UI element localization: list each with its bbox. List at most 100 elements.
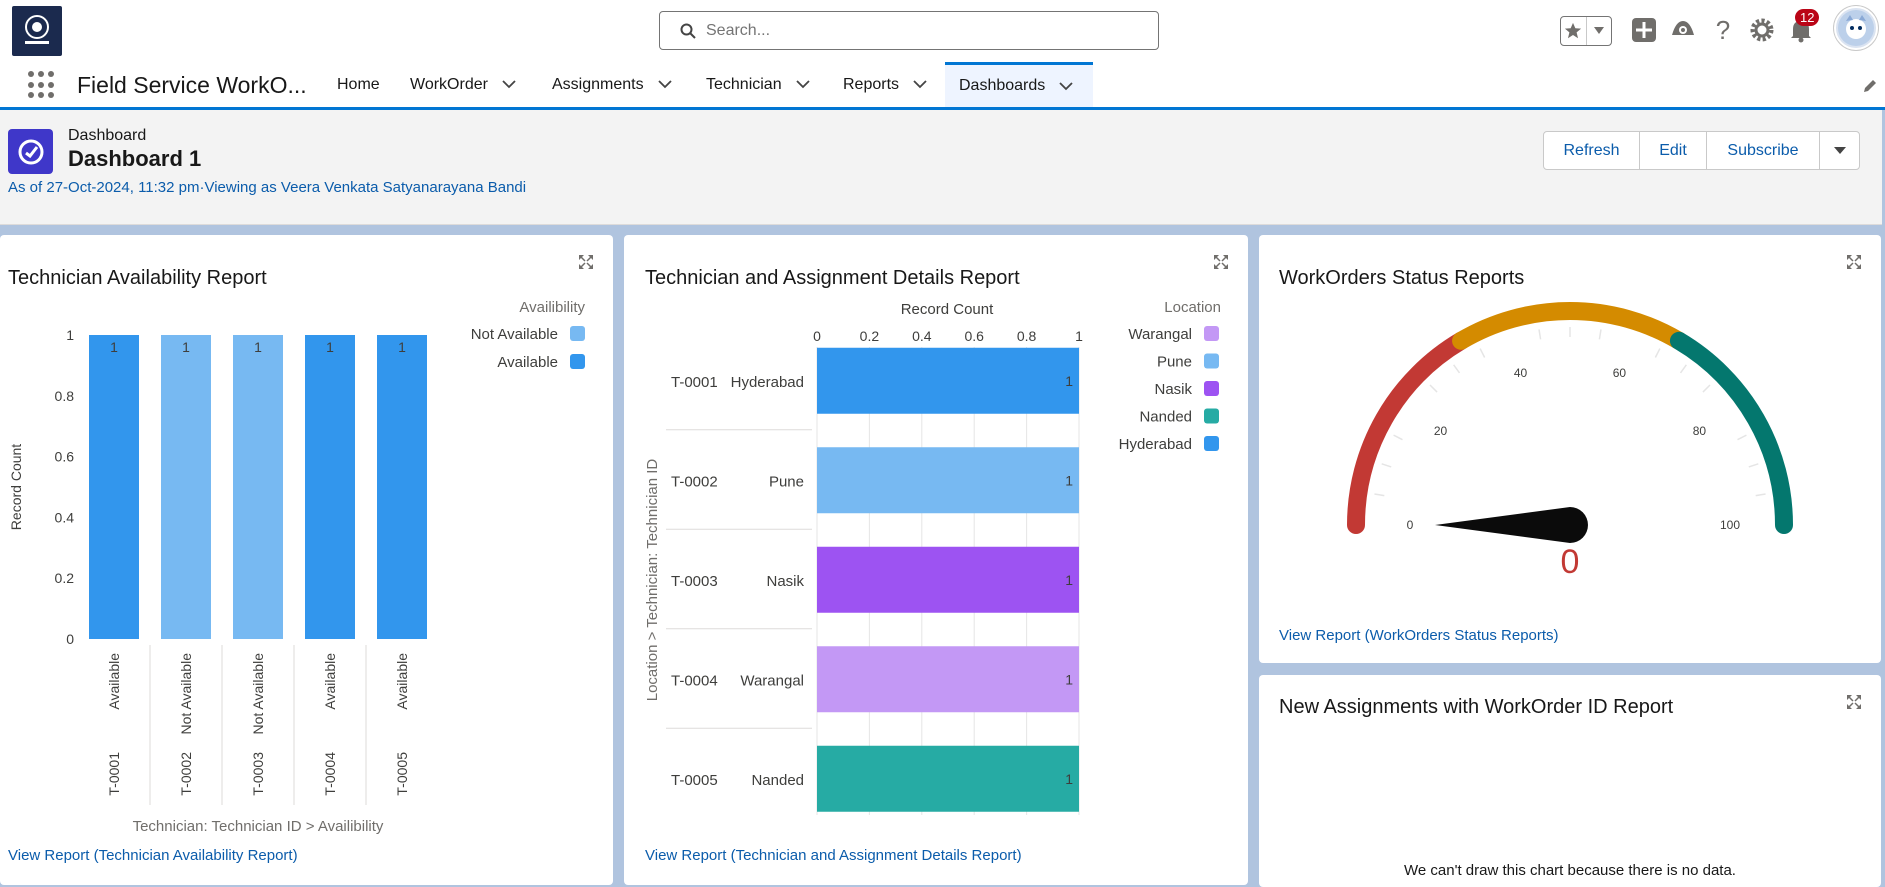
- y-location-label: Nanded: [751, 772, 804, 789]
- refresh-button[interactable]: Refresh: [1544, 132, 1640, 169]
- chart-bar: [89, 335, 139, 639]
- view-report-link[interactable]: View Report (Technician Availability Rep…: [8, 847, 298, 864]
- nav-item-assignments[interactable]: Assignments: [538, 62, 686, 107]
- x-axis-title: Technician: Technician ID > Availibility: [133, 818, 384, 835]
- nav-item-reports[interactable]: Reports: [829, 62, 941, 107]
- assignment-bar-chart: Record Count 0 0.2 0.4 0.6 0.8 1 1 T-0001 Hyderab…: [644, 299, 1221, 815]
- nav-item-technician[interactable]: Technician: [692, 62, 824, 107]
- nav-item-label: WorkOrder: [410, 75, 488, 93]
- no-data-message: We can't draw this chart because there i…: [1404, 862, 1736, 879]
- bar-value-label: 1: [1065, 771, 1073, 787]
- x-group-label: T-0005: [394, 752, 410, 796]
- nav-item-label: Technician: [706, 75, 782, 93]
- y-axis-title: Location > Technician: Technician ID: [644, 459, 661, 702]
- app-launcher-icon[interactable]: [28, 71, 56, 99]
- page-header: Dashboard Dashboard 1 As of 27-Oct-2024,…: [0, 110, 1882, 225]
- x-tick-label: 0.2: [860, 328, 880, 344]
- y-axis-title: Record Count: [8, 444, 24, 530]
- org-logo[interactable]: [12, 6, 62, 56]
- app-name: Field Service WorkO...: [77, 72, 307, 98]
- x-tick-label: 1: [1075, 328, 1083, 344]
- x-group-label: T-0003: [250, 752, 266, 796]
- view-report-link[interactable]: View Report (WorkOrders Status Reports): [1279, 627, 1559, 644]
- gauge-minor-tick: [1429, 384, 1438, 393]
- y-location-label: Pune: [769, 473, 804, 490]
- trailhead-icon[interactable]: [1668, 15, 1698, 45]
- legend-swatch: [570, 354, 585, 369]
- legend-label: Nasik: [1154, 381, 1192, 398]
- page-object-type: Dashboard: [68, 127, 147, 144]
- user-avatar[interactable]: [1834, 6, 1878, 50]
- legend-swatch: [570, 326, 585, 341]
- gauge-needle: [1435, 507, 1588, 543]
- y-tick-label: 0.4: [55, 509, 75, 525]
- legend-swatch: [1204, 326, 1219, 341]
- dashboard-icon: [8, 129, 53, 174]
- gauge-tick-label: 40: [1514, 366, 1528, 380]
- nav-item-label: Dashboards: [959, 77, 1046, 94]
- chevron-down-icon[interactable]: [795, 80, 810, 89]
- legend-label: Warangal: [1128, 326, 1192, 343]
- gauge-tick-label: 80: [1693, 424, 1707, 438]
- y-tick-label: 0.2: [55, 570, 75, 586]
- chevron-down-icon[interactable]: [913, 80, 927, 89]
- svg-text:?: ?: [1716, 17, 1730, 43]
- chart-bar: [817, 546, 1079, 613]
- y-tick-label: 0.6: [55, 449, 75, 465]
- x-group-label: T-0001: [106, 752, 122, 796]
- x-sub-label: Not Available: [178, 653, 194, 735]
- global-actions-icon[interactable]: [1629, 15, 1659, 45]
- y-tick-label: 0.8: [55, 388, 75, 404]
- nav-item-workorder[interactable]: WorkOrder: [396, 62, 530, 107]
- bar-value-label: 1: [326, 339, 334, 355]
- chevron-down-icon[interactable]: [1059, 81, 1073, 91]
- legend-label: Available: [497, 354, 558, 371]
- y-tick-label: 1: [66, 327, 74, 343]
- chevron-down-icon[interactable]: [502, 80, 516, 89]
- chevron-down-icon[interactable]: [657, 80, 672, 89]
- x-sub-label: Available: [106, 653, 122, 710]
- nav-item-home[interactable]: Home: [323, 62, 394, 107]
- bar-value-label: 1: [1065, 472, 1073, 488]
- legend-label: Hyderabad: [1119, 436, 1192, 453]
- nav-item-label: Assignments: [552, 75, 644, 93]
- dashboard-as-of-text: As of 27-Oct-2024, 11:32 pm·Viewing as V…: [8, 179, 527, 196]
- x-sub-label: Available: [394, 653, 410, 710]
- chart-bar: [817, 646, 1079, 713]
- gauge-minor-tick: [1479, 348, 1486, 358]
- view-report-link[interactable]: View Report (Technician and Assignment D…: [645, 847, 1022, 864]
- more-actions-button[interactable]: [1820, 132, 1859, 169]
- edit-nav-pencil-icon[interactable]: [1862, 78, 1878, 94]
- chart-bar: [817, 347, 1079, 414]
- legend-label: Pune: [1157, 354, 1192, 371]
- bar-value-label: 1: [254, 339, 262, 355]
- edit-button[interactable]: Edit: [1640, 132, 1707, 169]
- legend-title: Availibility: [519, 299, 585, 316]
- y-id-label: T-0001: [671, 374, 718, 391]
- help-icon[interactable]: ?: [1708, 15, 1738, 45]
- gauge-minor-tick: [1748, 463, 1759, 468]
- global-header: Search... ? 12: [0, 0, 1885, 62]
- y-id-label: T-0004: [671, 672, 718, 689]
- y-tick-label: 0: [66, 631, 74, 647]
- expand-icon[interactable]: [1845, 693, 1863, 711]
- new-assignments-card: New Assignments with WorkOrder ID Report…: [1259, 675, 1881, 887]
- gauge-minor-tick: [1381, 463, 1392, 468]
- notification-count-badge: 12: [1795, 9, 1820, 26]
- subscribe-button[interactable]: Subscribe: [1707, 132, 1820, 169]
- global-search-input[interactable]: Search...: [659, 11, 1159, 50]
- app-navigation-bar: Field Service WorkO... Home WorkOrder As…: [0, 62, 1885, 110]
- y-id-label: T-0005: [671, 772, 718, 789]
- favorites-star-icon[interactable]: [1561, 17, 1587, 45]
- gauge-minor-tick: [1374, 493, 1385, 497]
- x-tick-label: 0.6: [964, 328, 984, 344]
- nav-item-dashboards[interactable]: Dashboards: [945, 62, 1093, 107]
- legend-swatch: [1204, 353, 1219, 369]
- favorites-button-group[interactable]: [1560, 16, 1612, 46]
- technician-assignment-card: Technician and Assignment Details Report…: [624, 235, 1248, 885]
- legend-swatch: [1204, 408, 1219, 424]
- x-tick-label: 0.4: [912, 328, 932, 344]
- favorites-chevron-down-icon[interactable]: [1587, 17, 1612, 45]
- x-axis-title: Record Count: [901, 301, 994, 318]
- setup-gear-icon[interactable]: [1747, 15, 1777, 45]
